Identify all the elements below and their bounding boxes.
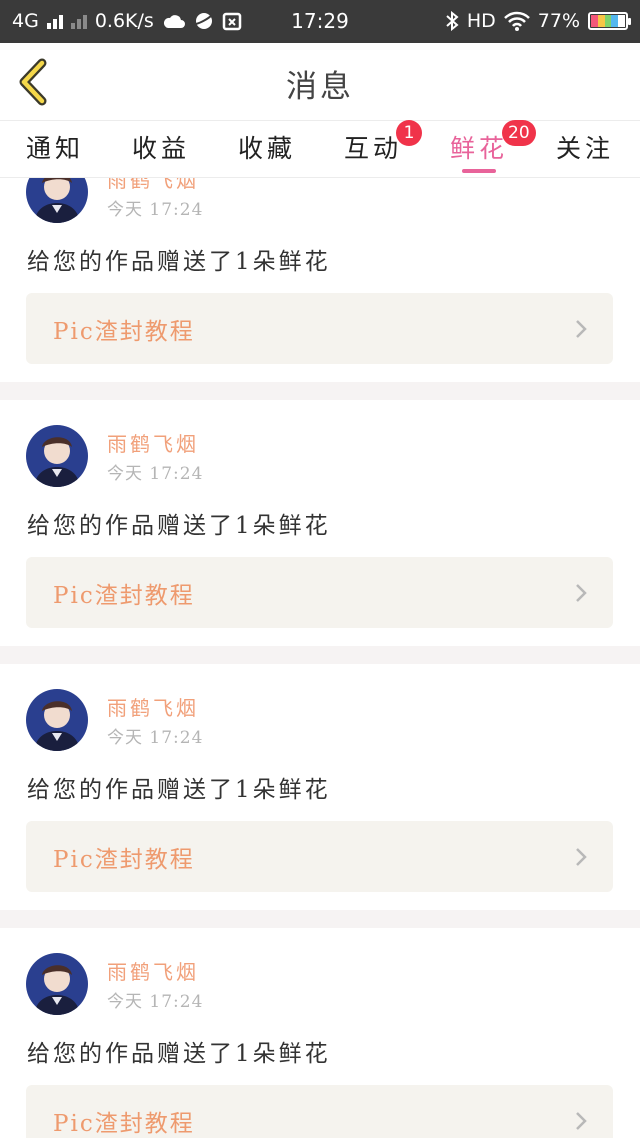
message-text: 给您的作品赠送了1朵鲜花 — [27, 513, 331, 539]
work-title: Pic渣封教程 — [53, 847, 195, 873]
tab-earnings[interactable]: 收益 — [116, 129, 206, 165]
chevron-right-icon — [576, 584, 587, 602]
message-text: 给您的作品赠送了1朵鲜花 — [27, 777, 331, 803]
chevron-right-icon — [576, 1112, 587, 1130]
hd-indicator: HD — [466, 10, 496, 32]
list-item: 雨鹤飞烟 今天 17:24 给您的作品赠送了1朵鲜花 Pic渣封教程 — [0, 178, 640, 382]
username[interactable]: 雨鹤飞烟 — [107, 428, 199, 457]
avatar[interactable] — [26, 953, 88, 1015]
username[interactable]: 雨鹤飞烟 — [107, 956, 199, 985]
avatar[interactable] — [26, 689, 88, 751]
username[interactable]: 雨鹤飞烟 — [107, 692, 199, 721]
unread-badge: 20 — [502, 120, 536, 146]
message-text: 给您的作品赠送了1朵鲜花 — [27, 1041, 331, 1067]
work-link[interactable]: Pic渣封教程 — [26, 821, 613, 892]
username[interactable]: 雨鹤飞烟 — [107, 178, 199, 193]
chevron-right-icon — [576, 848, 587, 866]
tab-label: 通知 — [25, 134, 84, 163]
avatar[interactable] — [26, 178, 88, 223]
battery-percent: 77% — [537, 10, 580, 32]
tab-label: 关注 — [555, 134, 614, 163]
app-header: 消息 — [0, 43, 640, 121]
message-list[interactable]: 雨鹤飞烟 今天 17:24 给您的作品赠送了1朵鲜花 Pic渣封教程 雨鹤飞烟 … — [0, 178, 640, 1138]
work-link[interactable]: Pic渣封教程 — [26, 293, 613, 364]
list-item: 雨鹤飞烟 今天 17:24 给您的作品赠送了1朵鲜花 Pic渣封教程 — [0, 664, 640, 910]
wifi-icon — [503, 11, 530, 31]
chevron-right-icon — [576, 320, 587, 338]
timestamp: 今天 17:24 — [107, 992, 204, 1012]
tab-flowers[interactable]: 鲜花 20 — [434, 120, 536, 165]
tab-favorites[interactable]: 收藏 — [222, 129, 312, 165]
tab-notifications[interactable]: 通知 — [10, 129, 100, 165]
battery-icon — [588, 12, 631, 30]
tab-bar: 通知 收益 收藏 互动 1 鲜花 20 关注 — [0, 120, 640, 178]
work-title: Pic渣封教程 — [53, 1111, 195, 1137]
list-item: 雨鹤飞烟 今天 17:24 给您的作品赠送了1朵鲜花 Pic渣封教程 — [0, 400, 640, 646]
message-text: 给您的作品赠送了1朵鲜花 — [27, 249, 331, 275]
tab-label: 收益 — [131, 134, 190, 163]
page-title: 消息 — [286, 69, 354, 105]
work-link[interactable]: Pic渣封教程 — [26, 1085, 613, 1138]
status-right: HD 77% — [445, 10, 631, 32]
active-tab-indicator — [462, 169, 496, 173]
timestamp: 今天 17:24 — [107, 728, 204, 748]
tab-following[interactable]: 关注 — [540, 129, 630, 165]
work-link[interactable]: Pic渣封教程 — [26, 557, 613, 628]
work-title: Pic渣封教程 — [53, 319, 195, 345]
status-bar: 4G 0.6K/s 17:29 HD 77% — [0, 0, 640, 43]
tab-label: 鲜花 — [449, 134, 508, 163]
work-title: Pic渣封教程 — [53, 583, 195, 609]
bluetooth-icon — [446, 11, 459, 31]
tab-label: 收藏 — [237, 134, 296, 163]
timestamp: 今天 17:24 — [107, 464, 204, 484]
tab-interactions[interactable]: 互动 1 — [328, 120, 422, 165]
unread-badge: 1 — [396, 120, 422, 146]
list-item: 雨鹤飞烟 今天 17:24 给您的作品赠送了1朵鲜花 Pic渣封教程 — [0, 928, 640, 1138]
timestamp: 今天 17:24 — [107, 200, 204, 220]
avatar[interactable] — [26, 425, 88, 487]
tab-label: 互动 — [343, 134, 402, 163]
